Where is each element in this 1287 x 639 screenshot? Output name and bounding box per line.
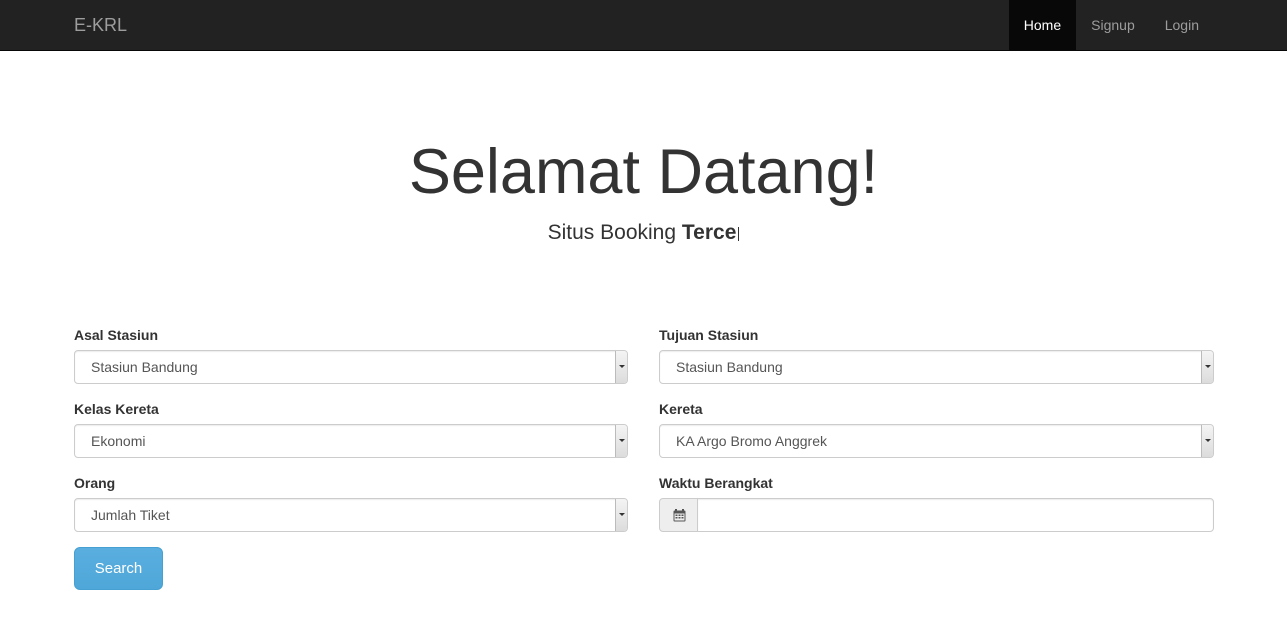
orang-select[interactable]: Jumlah Tiket xyxy=(74,498,628,532)
nav-menu: Home Signup Login xyxy=(1008,0,1214,50)
orang-value: Jumlah Tiket xyxy=(91,507,170,523)
hero-subtitle-prefix: Situs Booking xyxy=(547,221,677,244)
hero-subtitle: Situs Booking Terce xyxy=(0,218,1287,248)
asal-stasiun-label: Asal Stasiun xyxy=(74,327,159,343)
kelas-kereta-value: Ekonomi xyxy=(91,433,146,449)
brand-link[interactable]: E-KRL xyxy=(74,0,127,50)
kereta-label: Kereta xyxy=(659,401,703,417)
dropdown-arrow-icon xyxy=(615,351,627,383)
typing-cursor xyxy=(738,227,740,241)
tujuan-stasiun-select[interactable]: Stasiun Bandung xyxy=(659,350,1214,384)
tujuan-stasiun-value: Stasiun Bandung xyxy=(676,359,783,375)
kereta-select[interactable]: KA Argo Bromo Anggrek xyxy=(659,424,1214,458)
kelas-kereta-label: Kelas Kereta xyxy=(74,401,159,417)
dropdown-arrow-icon xyxy=(615,499,627,531)
asal-stasiun-value: Stasiun Bandung xyxy=(91,359,198,375)
tujuan-stasiun-label: Tujuan Stasiun xyxy=(659,327,759,343)
nav-item-home[interactable]: Home xyxy=(1008,0,1077,50)
nav-item-signup[interactable]: Signup xyxy=(1076,0,1150,50)
hero-subtitle-typed: Terce xyxy=(681,221,737,244)
calendar-addon[interactable] xyxy=(659,498,698,532)
waktu-berangkat-input[interactable] xyxy=(697,498,1214,532)
hero-title: Selamat Datang! xyxy=(408,137,879,207)
search-button[interactable]: Search xyxy=(74,547,163,590)
dropdown-arrow-icon xyxy=(615,425,627,457)
nav-item-login[interactable]: Login xyxy=(1150,0,1214,50)
waktu-berangkat-label: Waktu Berangkat xyxy=(659,475,773,491)
calendar-icon xyxy=(673,509,686,522)
kelas-kereta-select[interactable]: Ekonomi xyxy=(74,424,628,458)
dropdown-arrow-icon xyxy=(1201,425,1213,457)
orang-label: Orang xyxy=(74,475,116,491)
waktu-berangkat-group xyxy=(659,498,1214,532)
dropdown-arrow-icon xyxy=(1201,351,1213,383)
asal-stasiun-select[interactable]: Stasiun Bandung xyxy=(74,350,628,384)
kereta-value: KA Argo Bromo Anggrek xyxy=(676,433,827,449)
navbar: E-KRL Home Signup Login xyxy=(0,0,1287,51)
